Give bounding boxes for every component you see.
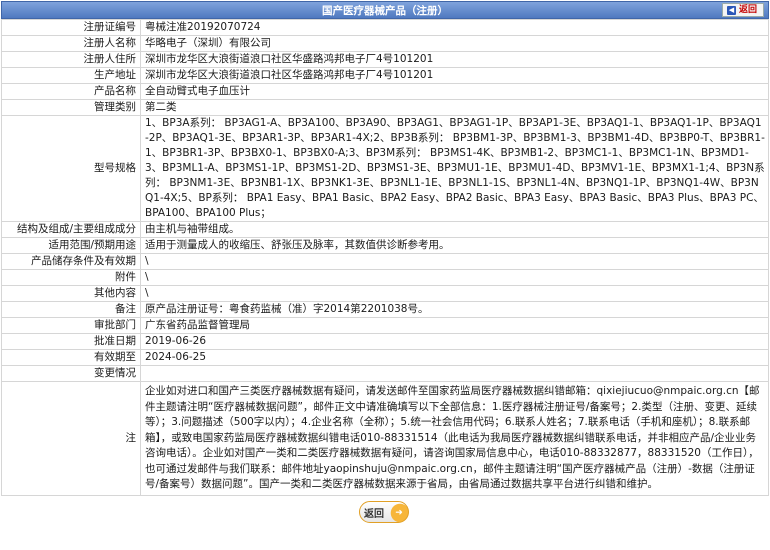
detail-table: 注册证编号 粤械注准20192070724 注册人名称 华略电子（深圳）有限公司 注册人… xyxy=(1,19,769,496)
back-button-bottom-label: 返回 xyxy=(364,508,384,520)
circle-arrow-icon: ➜ xyxy=(395,506,403,517)
table-row: 注册证编号 粤械注准20192070724 xyxy=(1,19,769,36)
field-value: 广东省药品监督管理局 xyxy=(140,317,769,334)
field-value: 由主机与袖带组成。 xyxy=(140,221,769,238)
table-row: 审批部门 广东省药品监督管理局 xyxy=(1,317,769,334)
table-row: 注册人住所 深圳市龙华区大浪街道浪口社区华盛路鸿邦电子厂4号101201 xyxy=(1,51,769,68)
field-value: 深圳市龙华区大浪街道浪口社区华盛路鸿邦电子厂4号101201 xyxy=(140,67,769,84)
field-label: 产品名称 xyxy=(1,83,141,100)
field-label: 产品储存条件及有效期 xyxy=(1,253,141,270)
table-row: 其他内容 \ xyxy=(1,285,769,302)
field-value xyxy=(140,365,769,382)
field-label: 批准日期 xyxy=(1,333,141,350)
back-arrow-icon: ◀ xyxy=(726,5,736,15)
field-label: 生产地址 xyxy=(1,67,141,84)
field-value: 原产品注册证号：粤食药监械（准）字2014第2201038号。 xyxy=(140,301,769,318)
field-value: 2024-06-25 xyxy=(140,349,769,366)
field-label: 结构及组成/主要组成成分 xyxy=(1,221,141,238)
field-label: 注册人名称 xyxy=(1,35,141,52)
field-label: 变更情况 xyxy=(1,365,141,382)
field-label: 管理类别 xyxy=(1,99,141,116)
field-label: 注册证编号 xyxy=(1,19,141,36)
back-button-top[interactable]: ◀ 返回 xyxy=(721,3,764,17)
back-button-bottom[interactable]: 返回 ➜ xyxy=(359,500,409,523)
field-value: \ xyxy=(140,269,769,286)
table-row: 适用范围/预期用途 适用于测量成人的收缩压、舒张压及脉率，其数值供诊断参考用。 xyxy=(1,237,769,254)
field-value: 1、BP3A系列： BP3AG1-A、BP3A100、BP3A90、BP3AG1… xyxy=(140,115,769,222)
table-row: 附件 \ xyxy=(1,269,769,286)
table-row: 产品名称 全自动臂式电子血压计 xyxy=(1,83,769,100)
field-value: 适用于测量成人的收缩压、舒张压及脉率，其数值供诊断参考用。 xyxy=(140,237,769,254)
field-label: 适用范围/预期用途 xyxy=(1,237,141,254)
notes-row: 注企业如对进口和国产三类医疗器械数据有疑问，请发送邮件至国家药监局医疗器械数据纠… xyxy=(1,381,769,496)
title-bar: 国产医疗器械产品（注册） ◀ 返回 xyxy=(1,1,769,19)
field-label: 其他内容 xyxy=(1,285,141,302)
field-value: \ xyxy=(140,285,769,302)
table-row: 备注 原产品注册证号：粤食药监械（准）字2014第2201038号。 xyxy=(1,301,769,318)
page-title: 国产医疗器械产品（注册） xyxy=(322,5,448,17)
footer: 返回 ➜ xyxy=(1,496,769,526)
field-label: 型号规格 xyxy=(1,115,141,222)
table-row: 产品储存条件及有效期 \ xyxy=(1,253,769,270)
notes-text: 企业如对进口和国产三类医疗器械数据有疑问，请发送邮件至国家药监局医疗器械数据纠错… xyxy=(140,381,769,496)
page: 国产医疗器械产品（注册） ◀ 返回 注册证编号 粤械注准20192070724 注册… xyxy=(1,1,769,549)
table-row: 变更情况 xyxy=(1,365,769,382)
table-row: 注册人名称 华略电子（深圳）有限公司 xyxy=(1,35,769,52)
field-label: 审批部门 xyxy=(1,317,141,334)
field-value: 华略电子（深圳）有限公司 xyxy=(140,35,769,52)
notes-label: 注 xyxy=(1,381,141,496)
back-button-top-label: 返回 xyxy=(738,5,757,15)
table-row: 管理类别 第二类 xyxy=(1,99,769,116)
table-row: 结构及组成/主要组成成分 由主机与袖带组成。 xyxy=(1,221,769,238)
field-value: 第二类 xyxy=(140,99,769,116)
field-value: 2019-06-26 xyxy=(140,333,769,350)
table-row: 批准日期 2019-06-26 xyxy=(1,333,769,350)
field-label: 有效期至 xyxy=(1,349,141,366)
field-value: 粤械注准20192070724 xyxy=(140,19,769,36)
field-label: 备注 xyxy=(1,301,141,318)
field-value: 深圳市龙华区大浪街道浪口社区华盛路鸿邦电子厂4号101201 xyxy=(140,51,769,68)
field-label: 注册人住所 xyxy=(1,51,141,68)
field-label: 附件 xyxy=(1,269,141,286)
table-row: 生产地址 深圳市龙华区大浪街道浪口社区华盛路鸿邦电子厂4号101201 xyxy=(1,67,769,84)
field-value: \ xyxy=(140,253,769,270)
field-value: 全自动臂式电子血压计 xyxy=(140,83,769,100)
table-row: 型号规格 1、BP3A系列： BP3AG1-A、BP3A100、BP3A90、BP… xyxy=(1,115,769,222)
table-row: 有效期至 2024-06-25 xyxy=(1,349,769,366)
